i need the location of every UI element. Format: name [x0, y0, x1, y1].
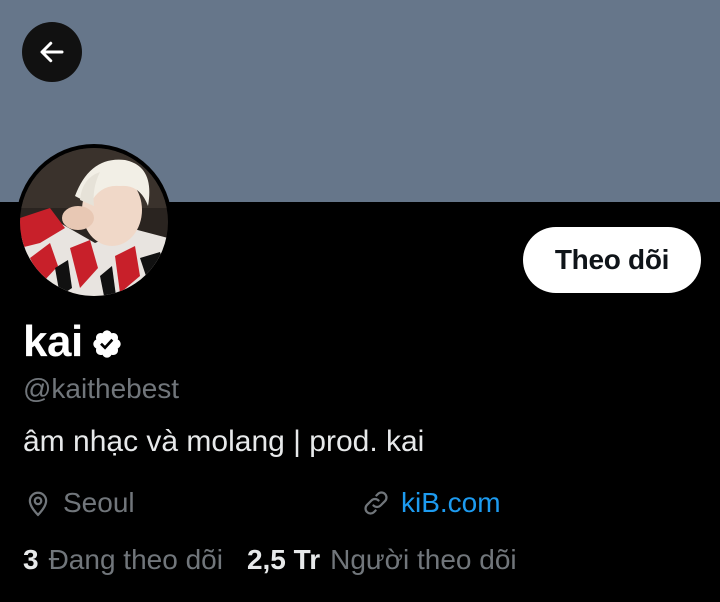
following-stat[interactable]: 3 Đang theo dõi	[23, 543, 223, 577]
location-pin-icon	[28, 491, 48, 517]
followers-label: Người theo dõi	[330, 544, 517, 575]
avatar[interactable]	[16, 144, 172, 300]
profile-bio: âm nhạc và molang | prod. kai	[23, 425, 425, 458]
link-icon	[364, 491, 388, 515]
following-count: 3	[23, 544, 39, 575]
website-text[interactable]: kiB.com	[401, 486, 501, 520]
followers-stat[interactable]: 2,5 Tr Người theo dõi	[247, 543, 517, 577]
location: Seoul	[23, 486, 135, 520]
user-handle: @kaithebest	[23, 373, 180, 404]
follow-stats: 3 Đang theo dõi 2,5 Tr Người theo dõi	[23, 543, 517, 577]
back-button[interactable]	[22, 22, 82, 82]
follow-button[interactable]: Theo dõi	[523, 227, 701, 293]
display-name: kai	[23, 317, 83, 366]
verified-badge-icon[interactable]	[91, 328, 123, 360]
location-text: Seoul	[63, 487, 135, 518]
name-row: kai	[23, 316, 123, 368]
followers-count: 2,5 Tr	[246, 544, 321, 575]
website-link[interactable]: kiB.com	[361, 486, 501, 520]
following-label: Đang theo dõi	[48, 544, 223, 575]
arrow-left-icon	[40, 41, 64, 63]
avatar-image	[20, 148, 168, 296]
